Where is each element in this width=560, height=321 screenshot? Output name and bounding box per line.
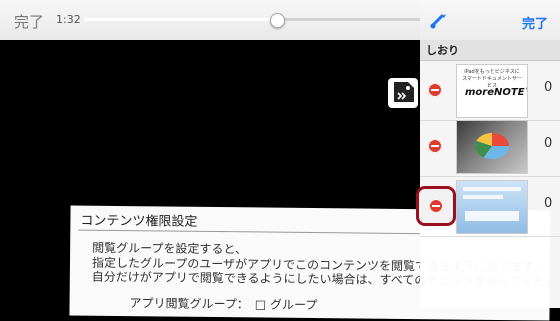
- bookmark-tag-icon[interactable]: [388, 78, 418, 108]
- brush-icon[interactable]: [428, 12, 450, 30]
- slide-box: [465, 211, 519, 221]
- document-heading: コンテンツ権限設定: [80, 213, 198, 230]
- slide-line: [463, 187, 521, 191]
- bookmark-count: 0: [544, 80, 553, 95]
- delete-icon[interactable]: [428, 83, 442, 97]
- slide-line: [463, 195, 503, 199]
- delete-icon[interactable]: [429, 199, 443, 213]
- bookmark-thumbnail: iPadをもっとビジネスに スマートドキュメントサービス moreNOTE™: [456, 64, 528, 118]
- pie-chart-icon: [475, 133, 509, 159]
- highlighted-delete-button[interactable]: [416, 186, 456, 226]
- bookmark-thumbnail: [456, 180, 528, 234]
- thumbnail-slide: [457, 181, 527, 233]
- bookmark-count: 0: [544, 196, 553, 211]
- bookmark-count: 0: [544, 136, 553, 151]
- elapsed-time: 1:32: [56, 13, 81, 26]
- bookmark-row[interactable]: 0: [420, 116, 560, 177]
- seek-thumb[interactable]: [270, 13, 286, 28]
- section-title: しおり: [426, 44, 459, 57]
- thumbnail-logo: moreNOTE™: [465, 87, 528, 98]
- panel-done-button[interactable]: 完了: [522, 13, 548, 32]
- bookmark-panel: 完了 しおり iPadをもっとビジネスに スマートドキュメントサービス more…: [420, 0, 560, 308]
- bookmark-thumbnail: [456, 120, 528, 174]
- done-button[interactable]: 完了: [14, 11, 44, 32]
- document-line: アプリ閲覧グループ： □ グループ: [129, 296, 318, 313]
- thumbnail-photo: [457, 121, 527, 173]
- seek-progress: [84, 18, 278, 21]
- panel-navbar: 完了: [420, 0, 560, 41]
- delete-icon[interactable]: [428, 139, 442, 153]
- section-header: しおり: [420, 40, 560, 61]
- bookmark-row[interactable]: iPadをもっとビジネスに スマートドキュメントサービス moreNOTE™ 0: [420, 60, 560, 121]
